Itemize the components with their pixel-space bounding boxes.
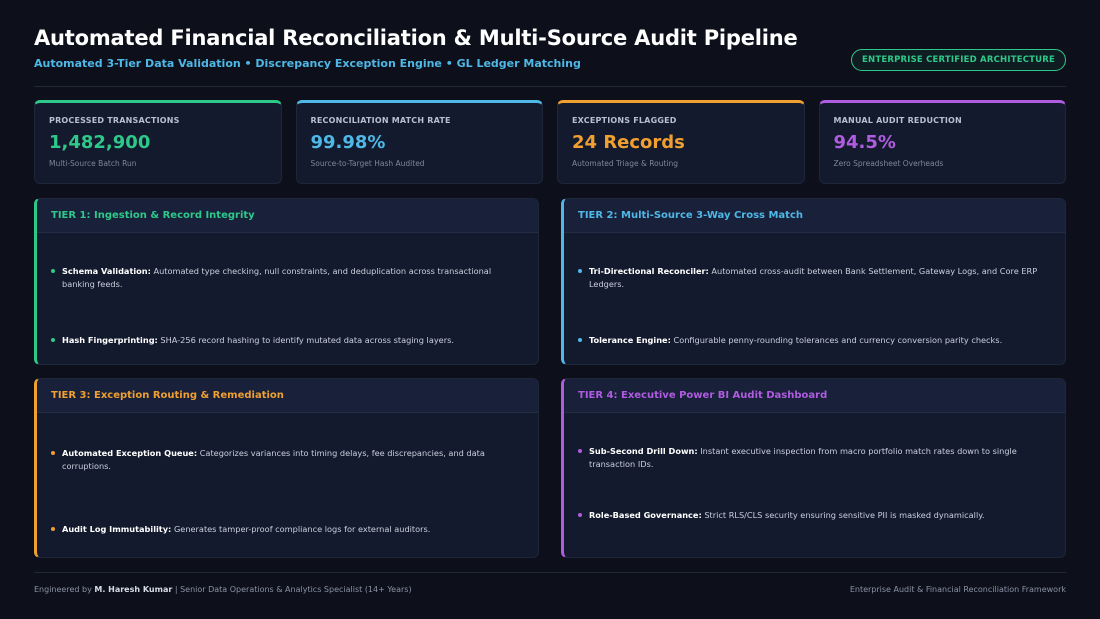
bullet-text: SHA-256 record hashing to identify mutat… — [157, 335, 454, 345]
kpi-card-match-rate: RECONCILIATION MATCH RATE 99.98% Source-… — [295, 100, 543, 184]
kpi-note: Multi-Source Batch Run — [49, 159, 137, 168]
kpi-label: PROCESSED TRANSACTIONS — [49, 116, 180, 125]
tier-bullet: Schema Validation: Automated type checki… — [51, 265, 522, 291]
bullet-text: Configurable penny-rounding tolerances a… — [670, 335, 1003, 345]
kpi-note: Zero Spreadsheet Overheads — [833, 159, 944, 168]
kpi-label: RECONCILIATION MATCH RATE — [310, 116, 451, 125]
certification-badge: ENTERPRISE CERTIFIED ARCHITECTURE — [851, 49, 1066, 71]
tier-body: Automated Exception Queue: Categorizes v… — [37, 447, 538, 536]
kpi-card-audit-reduction: MANUAL AUDIT REDUCTION 94.5% Zero Spread… — [818, 100, 1066, 184]
kpi-note: Source-to-Target Hash Audited — [310, 159, 425, 168]
kpi-value: 24 Records — [572, 132, 685, 153]
kpi-value: 99.98% — [310, 132, 386, 153]
kpi-value: 94.5% — [833, 132, 896, 153]
kpi-card-exceptions-flagged: EXCEPTIONS FLAGGED 24 Records Automated … — [557, 100, 805, 184]
tier-bullet: Tolerance Engine: Configurable penny-rou… — [578, 334, 1049, 347]
tier-bullet: Tri-Directional Reconciler: Automated cr… — [578, 265, 1049, 291]
footer: Engineered by M. Haresh Kumar | Senior D… — [34, 585, 1066, 594]
kpi-note: Automated Triage & Routing — [572, 159, 679, 168]
tier-title: TIER 1: Ingestion & Record Integrity — [37, 199, 538, 233]
page-title: Automated Financial Reconciliation & Mul… — [34, 26, 798, 50]
bullet-term: Automated Exception Queue: — [62, 448, 198, 458]
tier-bullet: Sub-Second Drill Down: Instant executive… — [578, 445, 1049, 471]
bullet-text: Strict RLS/CLS security ensuring sensiti… — [701, 510, 985, 520]
tier-panel-1: TIER 1: Ingestion & Record Integrity Sch… — [34, 198, 539, 365]
footer-role: | Senior Data Operations & Analytics Spe… — [172, 585, 412, 594]
footer-author: M. Haresh Kumar — [94, 585, 173, 594]
tier-title: TIER 4: Executive Power BI Audit Dashboa… — [564, 379, 1065, 413]
bullet-term: Audit Log Immutability: — [62, 524, 172, 534]
kpi-row: PROCESSED TRANSACTIONS 1,482,900 Multi-S… — [34, 100, 1066, 184]
bullet-term: Tri-Directional Reconciler: — [589, 266, 709, 276]
tier-body: Tri-Directional Reconciler: Automated cr… — [564, 265, 1065, 347]
tier-panel-4: TIER 4: Executive Power BI Audit Dashboa… — [561, 378, 1066, 558]
kpi-label: MANUAL AUDIT REDUCTION — [833, 116, 962, 125]
header: Automated Financial Reconciliation & Mul… — [34, 26, 1066, 86]
bullet-term: Tolerance Engine: — [589, 335, 671, 345]
tier-panel-3: TIER 3: Exception Routing & Remediation … — [34, 378, 539, 558]
bullet-term: Schema Validation: — [62, 266, 151, 276]
footer-divider — [34, 572, 1066, 573]
footer-prefix: Engineered by — [34, 585, 95, 594]
infographic-page: Automated Financial Reconciliation & Mul… — [0, 0, 1100, 619]
tier-title: TIER 3: Exception Routing & Remediation — [37, 379, 538, 413]
kpi-value: 1,482,900 — [49, 132, 151, 153]
bullet-term: Role-Based Governance: — [589, 510, 702, 520]
tier-bullet: Hash Fingerprinting: SHA-256 record hash… — [51, 334, 522, 347]
tier-bullet: Role-Based Governance: Strict RLS/CLS se… — [578, 509, 1049, 522]
tier-grid: TIER 1: Ingestion & Record Integrity Sch… — [34, 198, 1066, 558]
kpi-label: EXCEPTIONS FLAGGED — [572, 116, 677, 125]
bullet-term: Hash Fingerprinting: — [62, 335, 158, 345]
tier-title: TIER 2: Multi-Source 3-Way Cross Match — [564, 199, 1065, 233]
tier-bullet: Audit Log Immutability: Generates tamper… — [51, 523, 522, 536]
bullet-term: Sub-Second Drill Down: — [589, 446, 698, 456]
kpi-card-processed-transactions: PROCESSED TRANSACTIONS 1,482,900 Multi-S… — [34, 100, 282, 184]
bullet-text: Generates tamper-proof compliance logs f… — [171, 524, 431, 534]
tier-body: Sub-Second Drill Down: Instant executive… — [564, 445, 1065, 522]
tier-panel-2: TIER 2: Multi-Source 3-Way Cross Match T… — [561, 198, 1066, 365]
tier-bullet: Automated Exception Queue: Categorizes v… — [51, 447, 522, 473]
tier-body: Schema Validation: Automated type checki… — [37, 265, 538, 347]
footer-framework-label: Enterprise Audit & Financial Reconciliat… — [849, 585, 1066, 594]
header-divider — [34, 86, 1066, 87]
